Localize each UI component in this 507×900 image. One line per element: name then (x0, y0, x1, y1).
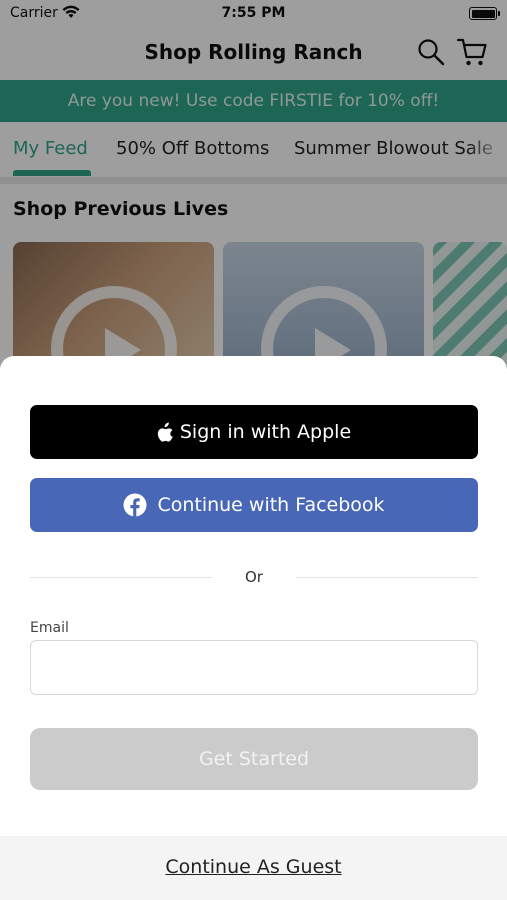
guest-footer: Continue As Guest (0, 836, 507, 900)
apple-button-label: Sign in with Apple (179, 421, 352, 443)
apple-icon (157, 422, 173, 442)
email-label: Email (30, 620, 69, 636)
sign-in-with-apple-button[interactable]: Sign in with Apple (30, 405, 478, 459)
facebook-icon (123, 493, 147, 517)
continue-as-guest-link[interactable]: Continue As Guest (0, 856, 507, 878)
sign-in-sheet: Sign in with Apple Continue with Faceboo… (0, 356, 507, 900)
continue-with-facebook-button[interactable]: Continue with Facebook (30, 478, 478, 532)
or-divider: Or (30, 566, 478, 590)
email-field[interactable] (30, 640, 478, 695)
facebook-button-label: Continue with Facebook (157, 494, 385, 516)
get-started-button[interactable]: Get Started (30, 728, 478, 790)
